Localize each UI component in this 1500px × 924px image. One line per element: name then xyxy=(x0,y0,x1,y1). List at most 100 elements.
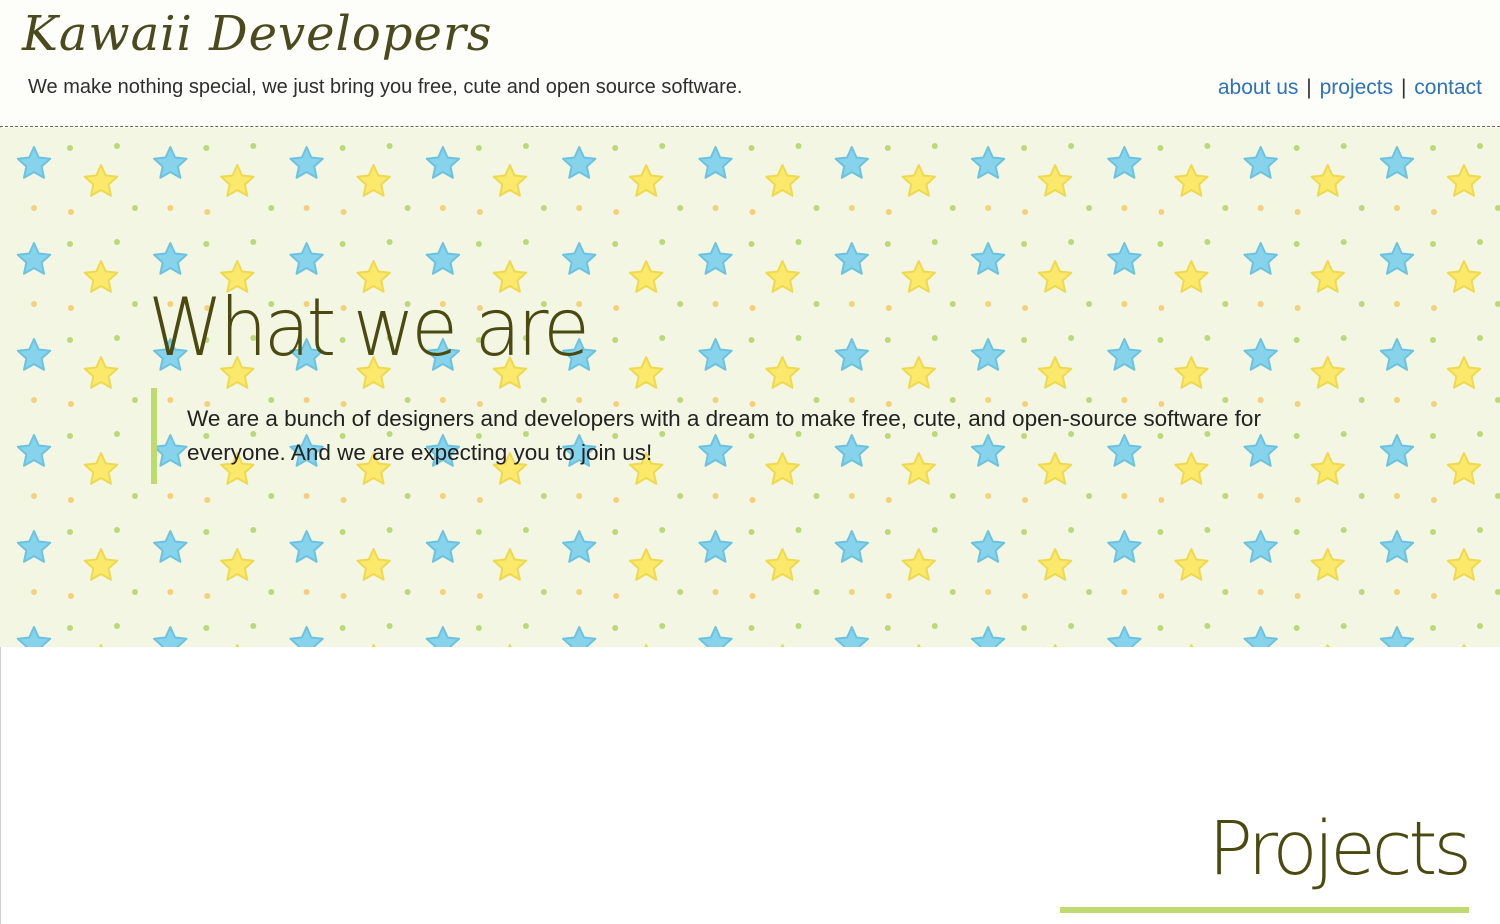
dot-decoration xyxy=(1068,335,1075,341)
dot-decoration xyxy=(475,625,482,631)
dot-decoration xyxy=(1394,397,1400,403)
dot-decoration xyxy=(1068,239,1075,245)
dot-decoration xyxy=(476,209,483,215)
dot-decoration xyxy=(31,301,37,307)
blue-star-icon xyxy=(970,242,1006,275)
dot-decoration xyxy=(677,589,684,595)
yellow-star-icon xyxy=(901,260,936,293)
dot-decoration xyxy=(303,205,310,211)
nav-link-contact[interactable]: contact xyxy=(1414,76,1482,99)
blue-star-icon xyxy=(1107,530,1142,563)
dot-decoration xyxy=(884,241,891,247)
dot-decoration xyxy=(795,335,802,341)
blue-star-icon xyxy=(970,146,1006,179)
dot-decoration xyxy=(114,527,120,533)
dot-decoration xyxy=(1430,433,1436,439)
blue-star-icon xyxy=(425,242,461,275)
yellow-star-icon xyxy=(901,164,936,197)
dot-decoration xyxy=(1021,529,1028,535)
dot-decoration xyxy=(1477,431,1483,437)
dot-decoration xyxy=(67,625,73,631)
dot-decoration xyxy=(813,493,820,499)
dot-decoration xyxy=(1431,497,1437,503)
yellow-star-icon xyxy=(1310,548,1345,581)
dot-decoration xyxy=(848,301,855,307)
dot-decoration xyxy=(795,239,802,245)
dot-decoration xyxy=(339,241,346,247)
yellow-star-icon xyxy=(1310,260,1345,293)
dot-decoration xyxy=(1158,209,1165,215)
nav-link-projects[interactable]: projects xyxy=(1320,76,1394,99)
yellow-star-icon xyxy=(1037,356,1073,389)
dot-decoration xyxy=(1158,593,1165,599)
blue-star-icon xyxy=(834,146,869,179)
dot-decoration xyxy=(576,205,583,211)
dot-decoration xyxy=(404,493,411,499)
yellow-star-icon xyxy=(356,164,391,197)
blue-star-icon xyxy=(153,146,188,179)
blue-star-icon xyxy=(834,530,869,563)
dot-decoration xyxy=(985,493,992,499)
dot-decoration xyxy=(404,589,411,595)
yellow-star-icon xyxy=(83,164,119,197)
dot-decoration xyxy=(132,301,138,307)
yellow-star-icon xyxy=(1037,260,1073,293)
dot-decoration xyxy=(748,241,755,247)
dot-decoration xyxy=(1430,625,1436,631)
dot-decoration xyxy=(250,623,257,629)
yellow-star-icon xyxy=(492,548,528,581)
dot-decoration xyxy=(1157,337,1164,343)
dot-decoration xyxy=(31,397,37,403)
about-title: What we are xyxy=(148,281,590,374)
dot-decoration xyxy=(204,209,211,215)
dot-decoration xyxy=(1394,493,1400,499)
dot-decoration xyxy=(748,529,755,535)
dot-decoration xyxy=(1477,527,1483,533)
dot-decoration xyxy=(712,589,719,595)
dot-decoration xyxy=(68,209,74,215)
dot-decoration xyxy=(1022,497,1029,503)
blue-star-icon xyxy=(970,626,1006,647)
dot-decoration xyxy=(712,493,719,499)
blue-star-icon xyxy=(698,530,733,563)
dot-decoration xyxy=(659,527,666,533)
dot-decoration xyxy=(1495,493,1500,499)
dot-decoration xyxy=(613,497,620,503)
dot-decoration xyxy=(612,529,619,535)
blue-star-icon xyxy=(1243,338,1278,371)
dot-decoration xyxy=(114,143,120,149)
dot-decoration xyxy=(1257,589,1264,595)
dot-decoration xyxy=(612,145,619,151)
dot-decoration xyxy=(1430,241,1436,247)
dot-decoration xyxy=(68,497,74,503)
yellow-star-icon xyxy=(629,548,664,581)
yellow-star-icon xyxy=(507,644,512,647)
blue-star-icon xyxy=(289,530,324,563)
blue-star-icon xyxy=(1379,434,1415,467)
blue-star-icon xyxy=(1379,146,1415,179)
dot-decoration xyxy=(748,145,755,151)
dot-decoration xyxy=(1431,305,1437,311)
yellow-star-icon xyxy=(83,260,119,293)
site-logo[interactable]: Kawaii Developers xyxy=(22,8,493,61)
blue-star-icon xyxy=(970,530,1006,563)
dot-decoration xyxy=(1068,527,1075,533)
dot-decoration xyxy=(1340,239,1347,245)
nav-link-about-us[interactable]: about us xyxy=(1218,76,1299,99)
dot-decoration xyxy=(167,205,174,211)
dot-decoration xyxy=(1068,623,1075,629)
yellow-star-icon xyxy=(1446,164,1482,197)
dot-decoration xyxy=(132,397,138,403)
dot-decoration xyxy=(203,529,210,535)
yellow-star-icon xyxy=(1174,548,1209,581)
dot-decoration xyxy=(677,205,684,211)
dot-decoration xyxy=(1204,623,1211,629)
yellow-star-icon xyxy=(1037,548,1073,581)
yellow-star-icon xyxy=(765,164,800,197)
yellow-star-icon xyxy=(1446,548,1482,581)
dot-decoration xyxy=(386,623,393,629)
dot-decoration xyxy=(1086,589,1093,595)
blue-star-icon xyxy=(1379,530,1415,563)
dot-decoration xyxy=(1157,145,1164,151)
dot-decoration xyxy=(31,589,37,595)
